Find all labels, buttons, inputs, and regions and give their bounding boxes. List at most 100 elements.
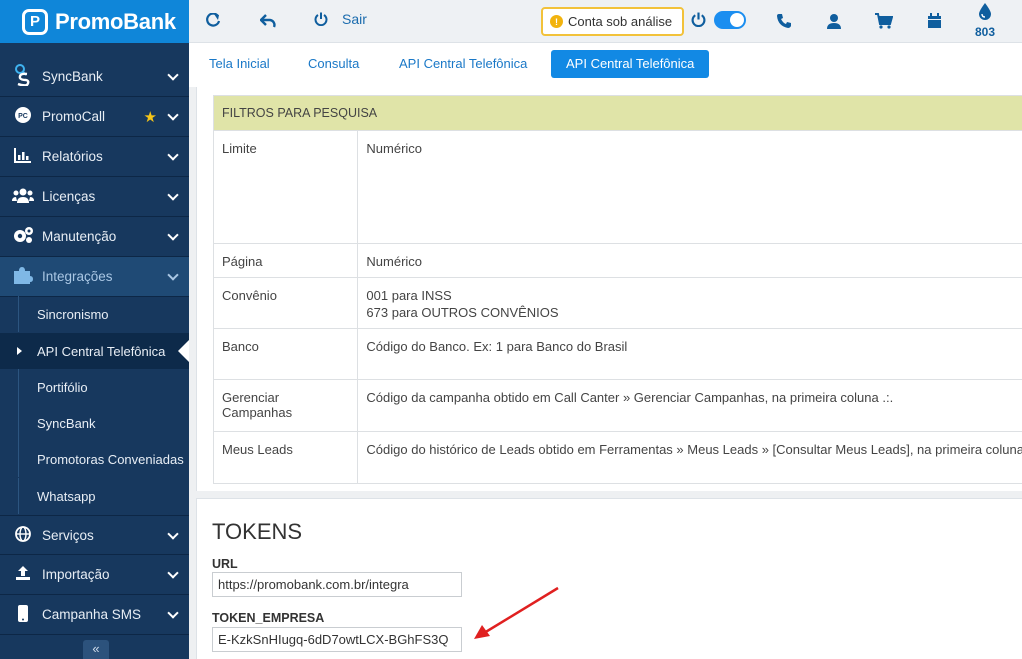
sidebar-subitem-label: Promotoras Conveniadas [37,451,184,467]
sidebar-collapse: « [0,640,189,659]
tab-api-central-telefonica-active[interactable]: API Central Telefônica [551,50,710,78]
filter-value: Código do histórico de Leads obtido em F… [357,431,1022,484]
table-row: Meus Leads Código do histórico de Leads … [212,431,1022,484]
brand-logo[interactable]: P PromoBank [0,0,189,43]
star-icon[interactable]: ★ [144,108,157,126]
chevron-down-icon [167,607,179,619]
chevron-down-icon [167,229,179,241]
collapse-sidebar-button[interactable]: « [83,640,109,659]
account-status-text: Conta sob análise [568,14,673,29]
sidebar-item-label: Manutenção [42,229,117,244]
tab-api-central-telefonica[interactable]: API Central Telefônica [384,50,542,78]
tab-bar: Tela Inicial Consulta API Central Telefô… [189,43,1022,87]
sidebar-subitem-label: Portifólio [37,379,88,395]
sidebar-item-importacao[interactable]: Importação [0,555,189,595]
logout-button[interactable]: Sair [314,11,367,27]
sidebar-item-syncbank[interactable]: SyncBank [0,57,189,97]
sidebar-item-relatorios[interactable]: Relatórios [0,137,189,177]
undo-arrow-icon[interactable] [257,10,279,32]
table-row: Página Numérico [212,243,1022,278]
promobank-logo-icon: P [22,8,48,35]
chevron-down-icon [167,189,179,201]
syncbank-icon [12,64,34,89]
sidebar-item-manutencao[interactable]: Manutenção [0,217,189,257]
filter-value-multiline: 001 para INSS 673 para OUTROS CONVÊNIOS [357,277,1022,329]
puzzle-icon [12,266,34,287]
filter-value: Código do Banco. Ex: 1 para Banco do Bra… [357,328,1022,380]
filter-key: Meus Leads [212,431,359,484]
user-icon[interactable] [823,10,845,32]
filter-value-line: 001 para INSS [366,288,452,303]
tokens-panel: TOKENS URL TOKEN_EMPRESA [196,498,1022,659]
annotation-arrow [474,586,559,639]
active-pointer [178,340,189,362]
token-empresa-field[interactable] [212,627,462,652]
sidebar-item-servicos[interactable]: Serviços [0,515,189,555]
filter-key: Página [212,243,359,278]
phone-icon[interactable] [773,10,795,32]
sidebar-subitem-label: Sincronismo [37,306,109,322]
sidebar-item-campanha-sms[interactable]: Campanha SMS [0,595,189,635]
sidebar-subitem-label: API Central Telefônica [37,343,166,359]
cart-icon[interactable] [873,10,895,32]
chevron-down-icon [167,69,179,81]
table-row: Gerenciar Campanhas Código da campanha o… [212,379,1022,432]
svg-text:PC: PC [18,113,28,120]
globe-icon [12,525,34,545]
tab-tela-inicial[interactable]: Tela Inicial [194,50,285,78]
filter-key: Gerenciar Campanhas [212,379,359,432]
table-row: Convênio 001 para INSS 673 para OUTROS C… [212,277,1022,329]
mobile-icon [12,604,34,625]
sidebar-subitem-sincronismo[interactable]: Sincronismo [18,296,189,332]
sidebar-item-label: Relatórios [42,149,103,164]
account-status-badge[interactable]: ! Conta sob análise [541,7,684,36]
sidebar-item-label: Integrações [42,269,113,284]
power-icon [314,12,328,26]
sidebar-subitem-syncbank[interactable]: SyncBank [18,405,189,441]
chevron-down-icon [167,567,179,579]
brand-name: PromoBank [55,8,176,34]
gears-icon [12,226,34,247]
sidebar: SyncBank PC PromoCall ★ Relatórios Licen… [0,43,189,659]
filter-key: Limite [212,130,359,244]
credits-count: 803 [974,25,996,39]
sidebar-item-label: SyncBank [42,69,103,84]
upload-icon [12,565,34,584]
sidebar-subitem-promotoras-conveniadas[interactable]: Promotoras Conveniadas [18,441,189,477]
chevron-down-icon [167,269,179,281]
sidebar-item-label: Serviços [42,527,94,543]
sidebar-subitem-portifolio[interactable]: Portifólio [18,369,189,405]
sidebar-subitem-whatsapp[interactable]: Whatsapp [18,478,189,514]
filters-header: FILTROS PARA PESQUISA [213,95,1022,131]
sidebar-item-label: Importação [42,567,110,582]
toggle-knob [730,13,744,27]
sidebar-item-label: Campanha SMS [42,607,142,622]
sidebar-subitem-label: Whatsapp [37,488,96,504]
power-icon[interactable] [691,12,706,31]
filter-value: Numérico [357,243,1022,278]
chart-icon [12,147,34,166]
sidebar-item-licencas[interactable]: Licenças [0,177,189,217]
sidebar-subitem-api-central-telefonica[interactable]: API Central Telefônica [0,333,189,369]
sidebar-item-label: PromoCall [42,109,106,124]
filters-table: FILTROS PARA PESQUISA Limite Numérico Pá… [212,95,1022,484]
sidebar-item-label: Licenças [42,189,96,204]
sidebar-item-integracoes[interactable]: Integrações [0,257,189,297]
table-row: Limite Numérico [212,130,1022,244]
tab-consulta[interactable]: Consulta [293,50,374,78]
top-bar: P PromoBank Sair ! Conta sob análise 803 [0,0,1022,43]
filter-value: Numérico [357,130,1022,244]
sidebar-item-promocall[interactable]: PC PromoCall ★ [0,97,189,137]
refresh-icon[interactable] [202,10,224,32]
warning-icon: ! [550,15,563,28]
credits-counter[interactable]: 803 [971,3,999,39]
filter-value: Código da campanha obtido em Call Canter… [357,379,1022,432]
url-field[interactable] [212,572,462,597]
chevron-down-icon [167,528,179,540]
sidebar-scroll-top [0,43,189,57]
status-toggle[interactable] [714,11,746,29]
calendar-icon[interactable] [923,10,945,32]
promocall-icon: PC [12,106,34,127]
filter-value-line: 673 para OUTROS CONVÊNIOS [366,305,559,320]
filter-key: Convênio [212,277,359,329]
